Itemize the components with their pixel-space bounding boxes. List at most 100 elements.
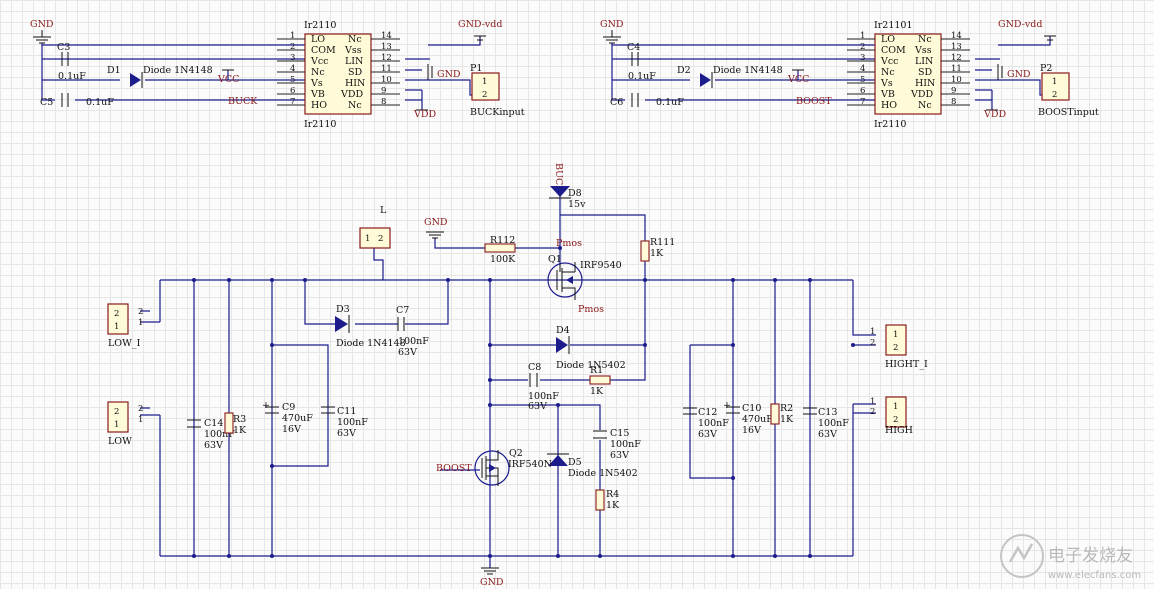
hight-i-label: HIGHT_I [885,359,928,370]
svg-text:1: 1 [114,420,119,430]
c9-value: 470uF [282,413,313,424]
c4-value: 0.1uF [628,71,656,82]
low-i-label: LOW_I [108,338,141,349]
ic1-pin6: 6 [290,86,295,96]
ic1-pin14-name: Nc [348,34,362,45]
svg-text:1: 1 [365,234,370,244]
d3-ref: D3 [336,304,350,315]
r1-ref: R1 [590,365,603,376]
low-label: LOW [108,436,132,447]
ic1-pin2-name: COM [311,45,336,56]
d4-ref: D4 [556,325,570,336]
c15-value: 100nF [610,439,641,450]
svg-text:1: 1 [138,318,143,328]
gnd-symbol [481,567,499,575]
svg-text:+: + [723,400,731,411]
ic2-pin14-name: Nc [918,34,932,45]
ic1-pin13-name: Vss [344,45,362,56]
r3-ref: R3 [233,414,246,425]
ic1-pin5-name: Vs [310,78,323,89]
ic2-pin5: 5 [860,75,865,85]
ic2-pin11: 11 [951,64,962,74]
r112-value: 100K [490,254,516,265]
ic2-pin9-name: VDD [910,89,933,100]
svg-text:1: 1 [138,415,143,425]
ic1-pin13: 13 [381,42,392,52]
d1-value: Diode 1N4148 [143,65,213,76]
ic1-pin1-name: LO [311,34,325,45]
svg-text:2: 2 [1052,90,1057,100]
d5-ref: D5 [568,457,582,468]
c6-value: 0.1uF [656,97,684,108]
p2-value: BOOSTinput [1038,107,1099,118]
c13-value: 100nF [818,418,849,429]
net-label-gnd-vdd: GND-vdd [458,19,502,30]
ic1-pin14: 14 [381,31,392,41]
svg-text:2: 2 [138,404,143,414]
diode-d1 [130,72,143,88]
d5-value: Diode 1N5402 [568,468,638,479]
svg-text:2: 2 [893,343,898,353]
ic2-pin2: 2 [860,42,865,52]
r2-ref: R2 [780,403,793,414]
c7-ref: C7 [396,305,409,316]
ic1-pin4-name: Nc [311,67,325,78]
svg-text:1: 1 [114,322,119,332]
d3-value: Diode 1N4148 [336,338,406,349]
c7-value: 100nF [398,336,429,347]
ic2-pin8-name: Nc [918,100,932,111]
resistor-r4 [595,489,605,511]
svg-text:1: 1 [870,397,875,407]
ir2110-driver-1: GND C3 0.1uF C5 0.1uF D1 Diode 1N4148 VC… [30,19,525,130]
svg-text:1: 1 [893,330,898,340]
svg-text:2: 2 [893,415,898,425]
c14-ref: C14 [204,418,223,429]
resistor-r2 [770,403,780,425]
diode-d3 [335,315,350,333]
net-label-pmos-2: Pmos [578,304,604,315]
c15-ref: C15 [610,428,629,439]
ic1-pin7: 7 [290,97,295,107]
ic1-ref: Ir2110 [304,20,336,31]
ic2-pin4-name: Nc [881,67,895,78]
c9-voltage: 16V [282,424,301,435]
capacitor-c9: + [262,400,279,414]
resistor-r3 [224,412,234,434]
diode-d2 [700,72,713,88]
ic2-pin14: 14 [951,31,962,41]
ic1-pin3-name: Vcc [310,56,329,67]
ic2-pin3-name: Vcc [880,56,899,67]
pmos-q1 [547,262,583,300]
svg-text:+: + [262,400,270,411]
ic2-pin8: 8 [951,97,956,107]
ic2-pin10: 10 [951,75,962,85]
net-label-vdd-2: VDD [983,109,1006,120]
r111-ref: R111 [650,237,675,248]
c8-ref: C8 [528,362,541,373]
ic1-pin9: 9 [381,86,386,96]
nmos-q2 [474,450,510,486]
net-label-vcc-2: VCC [787,74,809,85]
r4-value: 1K [606,500,620,511]
ic2-pin5-name: Vs [880,78,893,89]
q1-value: IRF9540 [580,260,622,271]
svg-text:2: 2 [378,234,383,244]
ic1-ref-bottom: Ir2110 [304,119,336,130]
c10-ref: C10 [742,403,761,414]
schematic-canvas: GND C3 0.1uF C5 0.1uF D1 Diode 1N4148 VC… [30,19,1141,588]
q1-ref: Q1 [548,254,562,265]
watermark-logo-icon [1000,534,1044,578]
svg-text:2: 2 [870,338,875,348]
ic1-pin10: 10 [381,75,392,85]
ic1-pin8: 8 [381,97,386,107]
net-label-vcc: VCC [217,74,239,85]
svg-text:1: 1 [870,327,875,337]
capacitor-c6 [631,93,639,107]
ic2-pin3: 3 [860,53,865,63]
c3-ref: C3 [57,42,70,53]
svg-text:2: 2 [870,407,875,417]
capacitor-c7 [397,317,405,331]
ic2-pin6: 6 [860,86,865,96]
c6-ref: C6 [610,97,623,108]
net-label-buck: BUCK [228,96,258,107]
